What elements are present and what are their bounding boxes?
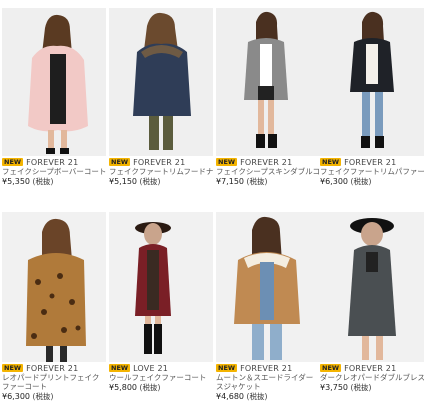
- product-info: NEW FOREVER 21 ダークレオパードダブルブレストコート ¥3,750…: [320, 363, 424, 394]
- brand-label: FOREVER 21: [26, 157, 79, 167]
- model-photo: [2, 212, 106, 362]
- product-price: ¥4,680 (税抜): [216, 392, 268, 401]
- product-name[interactable]: フェイクシープボーバーコート: [2, 167, 106, 176]
- product-info: NEW FOREVER 21 フェイクファートリムパファージャケット ¥6,30…: [320, 157, 424, 188]
- product-grid: NEW FOREVER 21 フェイクシープボーバーコート ¥5,350 (税抜…: [0, 0, 429, 403]
- model-photo: [216, 212, 320, 362]
- product-info: NEW FOREVER 21 ムートン＆スエードライダースジャケット ¥4,68…: [216, 363, 320, 403]
- product-info: NEW LOVE 21 ウールフェイクファーコート ¥5,800 (税抜): [109, 363, 213, 394]
- model-photo: [109, 8, 213, 156]
- product-name[interactable]: レオパードプリントフェイクファーコート: [2, 373, 106, 391]
- model-photo: [320, 212, 424, 362]
- product-image[interactable]: [109, 8, 213, 156]
- product-info: NEW FOREVER 21 レオパードプリントフェイクファーコート ¥6,30…: [2, 363, 106, 403]
- new-badge: NEW: [2, 364, 24, 372]
- brand-label: FOREVER 21: [240, 157, 293, 167]
- product-price: ¥5,350 (税抜): [2, 177, 54, 186]
- product-price: ¥6,300 (税抜): [2, 392, 54, 401]
- brand-label: FOREVER 21: [26, 363, 79, 373]
- product-price: ¥5,800 (税抜): [109, 383, 161, 392]
- brand-label: FOREVER 21: [133, 157, 186, 167]
- product-image[interactable]: [216, 8, 320, 156]
- product-name[interactable]: フェイクファートリムパファージャケット: [320, 167, 424, 176]
- model-photo: [109, 212, 213, 362]
- model-photo: [320, 8, 424, 156]
- model-photo: [216, 8, 320, 156]
- product-price: ¥5,150 (税抜): [109, 177, 161, 186]
- product-price: ¥3,750 (税抜): [320, 383, 372, 392]
- product-price: ¥6,300 (税抜): [320, 177, 372, 186]
- new-badge: NEW: [109, 158, 131, 166]
- new-badge: NEW: [2, 158, 24, 166]
- new-badge: NEW: [320, 364, 342, 372]
- product-name[interactable]: ダークレオパードダブルブレストコート: [320, 373, 424, 382]
- brand-label: LOVE 21: [133, 363, 169, 373]
- product-name[interactable]: ウールフェイクファーコート: [109, 373, 213, 382]
- new-badge: NEW: [320, 158, 342, 166]
- product-name[interactable]: フェイクシープスキンダブルコート: [216, 167, 320, 176]
- product-info: NEW FOREVER 21 フェイクシープボーバーコート ¥5,350 (税抜…: [2, 157, 106, 188]
- brand-label: FOREVER 21: [344, 157, 397, 167]
- model-photo: [2, 8, 106, 156]
- product-name[interactable]: ムートン＆スエードライダースジャケット: [216, 373, 320, 391]
- brand-label: FOREVER 21: [240, 363, 293, 373]
- product-info: NEW FOREVER 21 フェイクファートリムフードナイロンジャケット ¥5…: [109, 157, 213, 188]
- product-image[interactable]: [109, 212, 213, 362]
- product-image[interactable]: [216, 212, 320, 362]
- product-image[interactable]: [2, 212, 106, 362]
- new-badge: NEW: [216, 158, 238, 166]
- product-image[interactable]: [320, 8, 424, 156]
- product-name[interactable]: フェイクファートリムフードナイロンジャケット: [109, 167, 213, 176]
- new-badge: NEW: [109, 364, 131, 372]
- brand-label: FOREVER 21: [344, 363, 397, 373]
- product-image[interactable]: [2, 8, 106, 156]
- product-price: ¥7,150 (税抜): [216, 177, 268, 186]
- new-badge: NEW: [216, 364, 238, 372]
- product-image[interactable]: [320, 212, 424, 362]
- product-info: NEW FOREVER 21 フェイクシープスキンダブルコート ¥7,150 (…: [216, 157, 320, 188]
